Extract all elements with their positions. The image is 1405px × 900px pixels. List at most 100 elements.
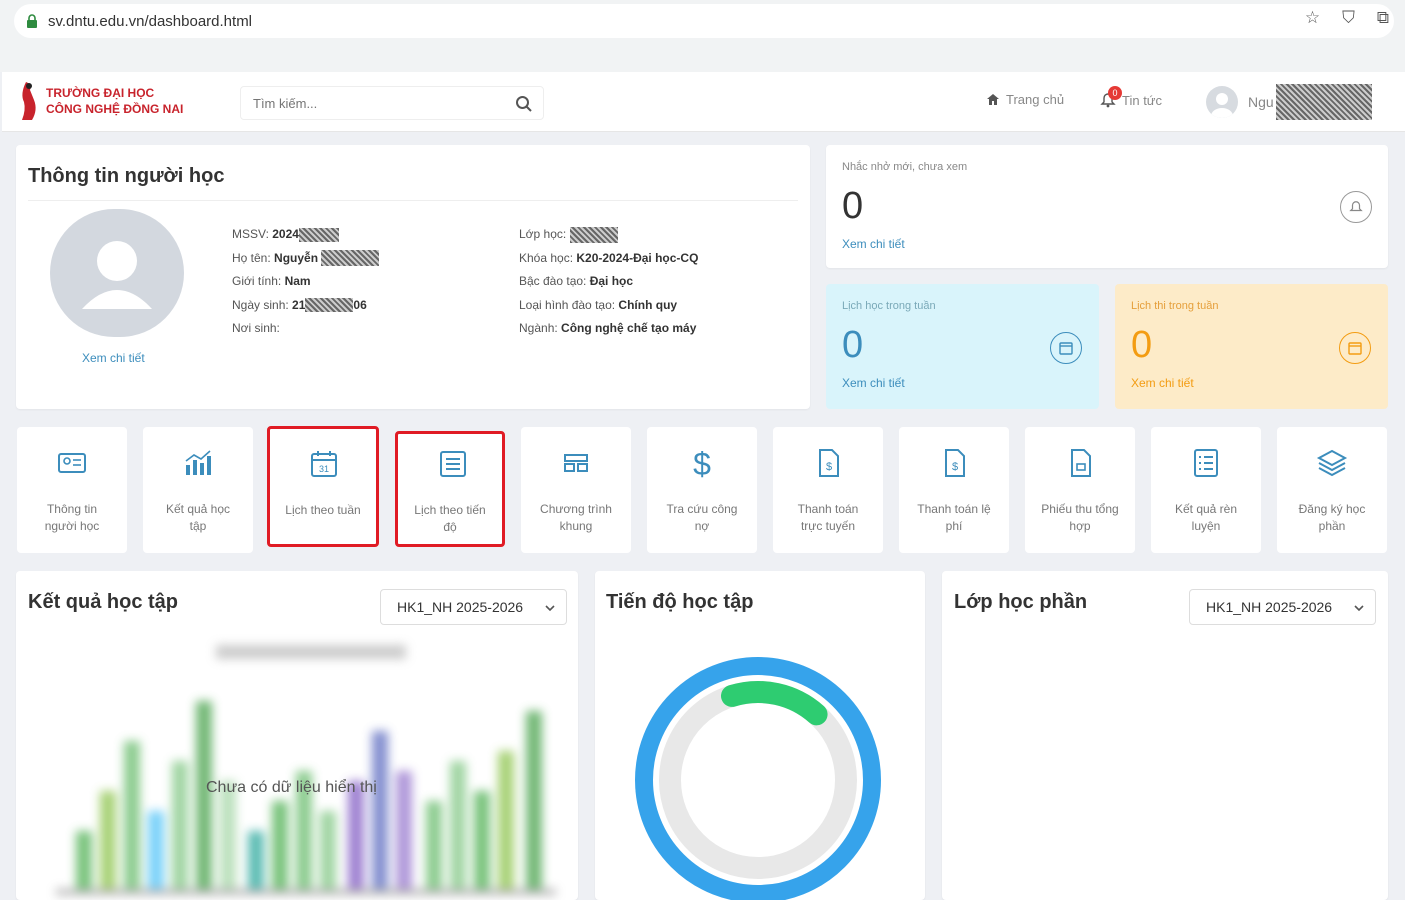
blurred-placeholder-chart [56,645,556,895]
info-name: Họ tên: Nguyễn [232,247,380,271]
tile-weekly-schedule[interactable]: 31 Lịch theo tuần [267,426,379,547]
user-menu[interactable]: Ngu [1206,84,1372,120]
info-training-type: Loại hình đào tạo: Chính quy [519,297,678,312]
sections-semester-select[interactable]: HK1_NH 2025-2026 [1189,589,1376,625]
bar-chart-icon [185,450,211,475]
bookmark-star-icon[interactable]: ☆ [1305,8,1320,28]
student-info-card: Thông tin người học Xem chi tiết MSSV: 2… [16,145,810,409]
tile-study-results[interactable]: Kết quả học tập [143,427,253,553]
svg-text:$: $ [952,461,958,473]
calendar-icon [1339,332,1371,364]
logo-mark-icon [22,82,36,120]
tile-training-results[interactable]: Kết quả rèn luyện [1151,427,1261,553]
svg-text:$: $ [826,461,832,473]
nav-news-link[interactable]: 0 Tin tức [1100,86,1162,108]
address-bar[interactable]: sv.dntu.edu.vn/dashboard.html [14,4,1394,38]
reminder-card: Nhắc nhở mới, chưa xem 0 Xem chi tiết [826,145,1388,268]
info-major: Ngành: Công nghệ chế tạo máy [519,321,697,335]
progress-donut-chart [635,657,881,900]
lock-icon [27,14,37,28]
reminder-view-detail-link[interactable]: Xem chi tiết [842,237,905,251]
redacted-value [298,227,339,242]
receipt-icon [1071,449,1091,477]
weekly-schedule-label: Lịch học trong tuần [842,300,936,312]
logo-line-2: CÔNG NGHỆ ĐỒNG NAI [46,102,184,116]
checklist-icon [1194,449,1218,477]
tile-course-registration[interactable]: Đăng ký học phần [1277,427,1387,553]
info-level: Bậc đào tạo: Đại học [519,274,634,288]
reminder-label: Nhắc nhở mới, chưa xem [842,161,968,173]
no-data-message: Chưa có dữ liệu hiển thị [206,779,377,796]
layers-icon [1316,449,1348,477]
app-header: TRƯỜNG ĐẠI HỌC CÔNG NGHỆ ĐỒNG NAI Trang … [2,72,1405,132]
university-logo[interactable]: TRƯỜNG ĐẠI HỌC CÔNG NGHỆ ĐỒNG NAI [18,80,183,122]
chevron-down-icon [545,605,555,612]
course-sections-panel: Lớp học phần HK1_NH 2025-2026 [942,571,1388,900]
home-icon [987,94,999,105]
search-icon[interactable] [515,95,533,113]
exam-schedule-card: Lịch thi trong tuần 0 Xem chi tiết [1115,284,1388,409]
exam-view-detail-link[interactable]: Xem chi tiết [1131,376,1194,390]
nav-home-label: Trang chủ [1006,92,1065,107]
progress-ring-progress [720,681,828,726]
tile-student-info[interactable]: Thông tin người học [17,427,127,553]
logo-line-1: TRƯỜNG ĐẠI HỌC [46,86,155,100]
info-class: Lớp học: [519,223,698,247]
nav-home-link[interactable]: Trang chủ [986,92,1064,107]
search-box [240,86,544,120]
svg-text:31: 31 [319,464,329,474]
tile-online-payment[interactable]: $ Thanh toán trực tuyến [773,427,883,553]
invoice-icon: $ [945,449,965,477]
weekly-schedule-count: 0 [842,324,864,366]
learning-progress-title: Tiến độ học tập [606,591,754,613]
browser-toolbar: sv.dntu.edu.vn/dashboard.html ☆ ⛉ ⧉ [0,0,1405,72]
study-results-title: Kết quả học tập [28,591,179,613]
redacted-value [305,298,354,313]
info-mssv: MSSV: 2024 [232,223,379,247]
student-info-title: Thông tin người học [28,165,225,187]
calendar-icon [1050,332,1082,364]
url-text: sv.dntu.edu.vn/dashboard.html [48,12,253,30]
shield-extension-icon[interactable]: ⛉ [1342,8,1355,28]
redacted-value [569,226,618,243]
learning-progress-panel: Tiến độ học tập [595,571,925,900]
student-info-column-2: Lớp học: Khóa học: K20-2024-Đại học-CQ B… [519,223,698,341]
calendar-icon: 31 [311,451,337,477]
divider [28,200,798,201]
info-course: Khóa học: K20-2024-Đại học-CQ [519,250,699,265]
bell-icon [1340,191,1372,223]
tile-fee-payment[interactable]: $ Thanh toán lệ phí [899,427,1009,553]
tile-debt-lookup[interactable]: $ Tra cứu công nợ [647,427,757,553]
grid-icon [564,454,588,472]
notification-badge: 0 [1108,86,1122,100]
user-name: Ngu [1248,94,1274,110]
course-sections-title: Lớp học phần [954,591,1088,613]
dollar-icon: $ [693,447,711,479]
search-input[interactable] [253,95,503,111]
info-birthplace: Nơi sinh: [232,321,280,335]
study-results-panel: Kết quả học tập HK1_NH 2025-2026 Chưa có… [16,571,578,900]
info-dob: Ngày sinh: 21 06 [232,297,367,313]
id-card-icon [58,453,86,473]
chevron-down-icon [1354,605,1364,612]
extensions-puzzle-icon[interactable]: ⧉ [1377,8,1389,28]
results-semester-select[interactable]: HK1_NH 2025-2026 [380,589,567,625]
info-gender: Giới tính: Nam [232,274,311,288]
user-avatar [1206,86,1238,118]
svg-text:$: $ [693,447,711,479]
reminder-count: 0 [842,185,864,227]
tile-progress-schedule[interactable]: Lịch theo tiến độ [395,431,505,547]
redacted-value [321,250,380,267]
redacted-user-name [1275,84,1372,120]
exam-schedule-label: Lịch thi trong tuần [1131,300,1219,312]
list-icon [440,451,466,477]
weekly-schedule-card: Lịch học trong tuần 0 Xem chi tiết [826,284,1099,409]
student-info-column-1: MSSV: 2024 Họ tên: Nguyễn Giới tính: Nam… [232,223,380,341]
tile-receipts[interactable]: Phiếu thu tổng hợp [1025,427,1135,553]
student-avatar [50,209,184,337]
tile-curriculum[interactable]: Chương trình khung [521,427,631,553]
weekly-view-detail-link[interactable]: Xem chi tiết [842,376,905,390]
exam-schedule-count: 0 [1131,324,1153,366]
student-view-detail-link[interactable]: Xem chi tiết [82,351,145,365]
invoice-icon: $ [819,449,839,477]
